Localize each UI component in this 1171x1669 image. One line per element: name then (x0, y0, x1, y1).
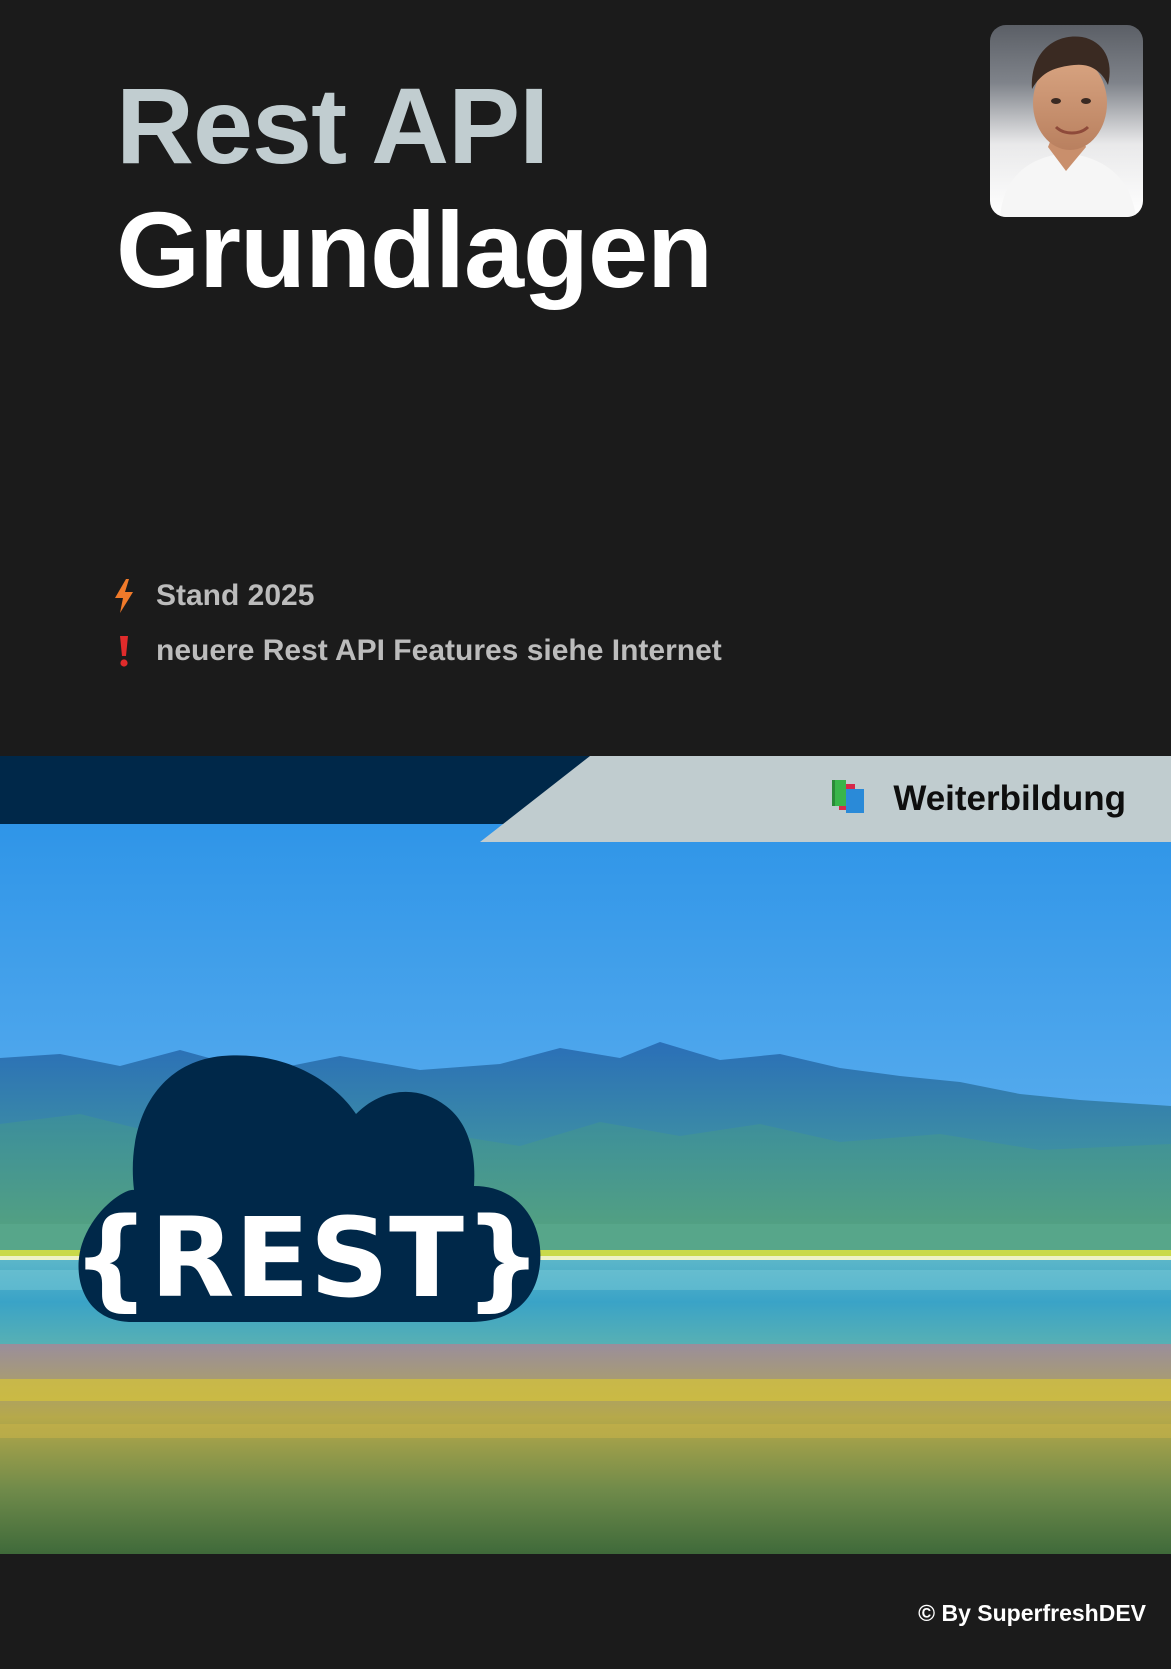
lightning-icon (112, 578, 136, 614)
note-stand: Stand 2025 (112, 578, 314, 614)
exclamation-icon (112, 633, 136, 669)
rest-logo-text: {REST} (72, 1194, 543, 1322)
footer-credit: © By SuperfreshDEV (918, 1600, 1146, 1626)
note-features: neuere Rest API Features siehe Internet (112, 633, 722, 669)
note-text-stand: Stand 2025 (156, 579, 315, 612)
landscape-image: {REST} (0, 824, 1171, 1554)
note-text-features: neuere Rest API Features siehe Internet (156, 634, 722, 667)
title-line-1: Rest API (116, 65, 549, 186)
title-line-2: Grundlagen (116, 189, 713, 310)
books-icon (829, 778, 893, 821)
banner-text: Weiterbildung (893, 779, 1126, 818)
banner-label: Weiterbildung (829, 756, 1126, 842)
author-avatar (990, 25, 1143, 217)
